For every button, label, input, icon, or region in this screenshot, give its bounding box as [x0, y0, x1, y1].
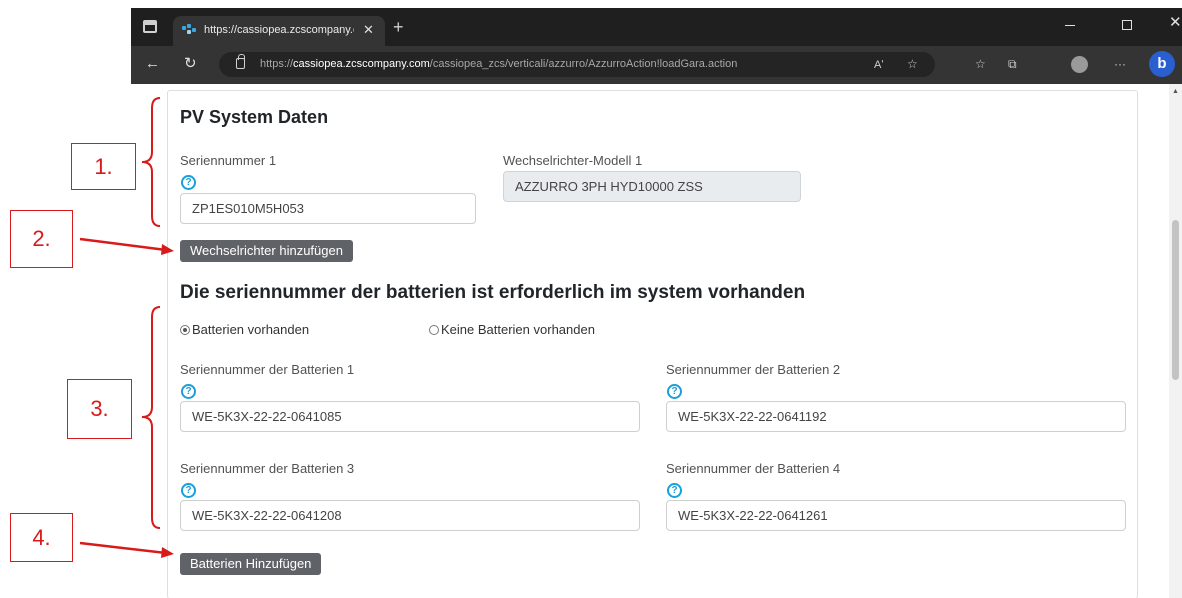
battery-serial-input-3[interactable]: WE-5K3X-22-22-0641208: [180, 500, 640, 531]
model-label: Wechselrichter-Modell 1: [503, 153, 643, 168]
serial-label: Seriennummer 1: [180, 153, 277, 168]
address-bar: ← ↻ https://cassiopea.zcscompany.com/cas…: [131, 46, 1182, 84]
annotation-arrow-2: [79, 237, 174, 255]
help-icon[interactable]: ?: [181, 483, 196, 498]
lock-icon: [236, 54, 245, 69]
collections-icon[interactable]: ⧉: [1008, 56, 1017, 72]
reload-icon[interactable]: ↻: [184, 55, 197, 73]
battery-serial-input-4[interactable]: WE-5K3X-22-22-0641261: [666, 500, 1126, 531]
scroll-up-icon[interactable]: ▲: [1172, 88, 1179, 95]
annotation-brace-1: [141, 97, 161, 227]
page-scrollbar[interactable]: ▲: [1169, 84, 1182, 598]
bing-chat-icon[interactable]: b: [1149, 51, 1175, 77]
favorite-star-icon[interactable]: ☆: [907, 56, 918, 72]
add-inverter-button[interactable]: Wechselrichter hinzufügen: [180, 240, 353, 262]
site-favicon-icon: [182, 24, 196, 36]
help-icon[interactable]: ?: [667, 384, 682, 399]
help-icon[interactable]: ?: [181, 384, 196, 399]
pv-section-title: PV System Daten: [180, 107, 329, 127]
battery-serial-label-3: Seriennummer der Batterien 3: [180, 461, 355, 476]
battery-section-title: Die seriennummer der batterien ist erfor…: [180, 282, 806, 303]
serial-input[interactable]: ZP1ES010M5H053: [180, 193, 476, 224]
url-field[interactable]: https://cassiopea.zcscompany.com/cassiop…: [219, 52, 935, 77]
annotation-2: 2.: [10, 210, 73, 268]
tab-bar: https://cassiopea.zcscompany.co ✕ + ✕: [131, 8, 1182, 46]
radio-no-batteries[interactable]: Keine Batterien vorhanden: [429, 322, 595, 338]
close-tab-icon[interactable]: ✕: [363, 22, 374, 38]
tab-title: https://cassiopea.zcscompany.co: [204, 24, 354, 36]
back-icon[interactable]: ←: [145, 55, 160, 73]
browser-window: https://cassiopea.zcscompany.co ✕ + ✕ ← …: [131, 8, 1182, 598]
help-icon[interactable]: ?: [667, 483, 682, 498]
more-icon[interactable]: ···: [1114, 56, 1126, 72]
tab-actions-icon[interactable]: [143, 20, 157, 33]
close-window-icon[interactable]: ✕: [1169, 15, 1182, 30]
battery-serial-label-1: Seriennummer der Batterien 1: [180, 362, 355, 377]
favorites-icon[interactable]: ☆: [975, 56, 986, 72]
battery-serial-input-1[interactable]: WE-5K3X-22-22-0641085: [180, 401, 640, 432]
model-field: AZZURRO 3PH HYD10000 ZSS: [503, 171, 801, 202]
profile-avatar[interactable]: [1071, 56, 1088, 73]
new-tab-icon[interactable]: +: [393, 18, 404, 36]
browser-tab[interactable]: https://cassiopea.zcscompany.co ✕: [173, 16, 385, 46]
scrollbar-thumb[interactable]: [1172, 220, 1179, 380]
annotation-3: 3.: [67, 379, 132, 439]
annotation-arrow-4: [79, 541, 174, 558]
url-text: https://cassiopea.zcscompany.com/cassiop…: [260, 58, 738, 70]
add-battery-button[interactable]: Batterien Hinzufügen: [180, 553, 322, 575]
read-aloud-icon[interactable]: Aʹ: [874, 57, 883, 73]
minimize-icon[interactable]: [1065, 25, 1075, 26]
maximize-icon[interactable]: [1122, 20, 1132, 30]
page-content: PV System Daten Seriennummer 1 ? ZP1ES01…: [131, 84, 1182, 598]
battery-serial-label-4: Seriennummer der Batterien 4: [666, 461, 841, 476]
annotation-1: 1.: [71, 143, 136, 190]
help-icon[interactable]: ?: [181, 175, 196, 190]
battery-serial-label-2: Seriennummer der Batterien 2: [666, 362, 841, 377]
annotation-4: 4.: [10, 513, 73, 562]
radio-selected-icon: [180, 325, 190, 335]
radio-unselected-icon: [429, 325, 439, 335]
radio-batteries-present[interactable]: Batterien vorhanden: [180, 322, 309, 338]
annotation-brace-3: [141, 306, 161, 529]
battery-serial-input-2[interactable]: WE-5K3X-22-22-0641192: [666, 401, 1126, 432]
